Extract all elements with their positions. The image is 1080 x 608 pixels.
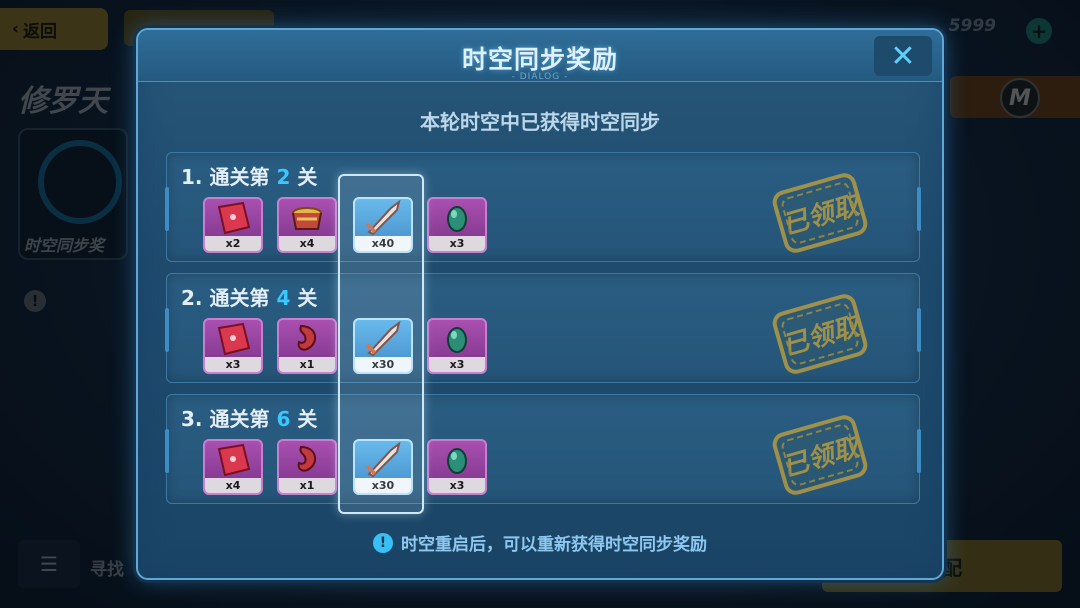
claimed-stamp: 已领取	[769, 412, 871, 498]
row-edge	[917, 308, 921, 352]
milestone-stage: 4	[276, 286, 291, 310]
bowl-icon	[279, 199, 335, 237]
close-button[interactable]: ✕	[874, 36, 932, 76]
dialog-subtag: - DIALOG -	[511, 72, 569, 82]
row-edge	[165, 429, 169, 473]
row-edge	[165, 187, 169, 231]
dialog-subtitle: 本轮时空中已获得时空同步	[420, 110, 660, 134]
reward-item[interactable]: x3	[427, 197, 487, 253]
reward-count: x4	[279, 236, 335, 251]
green-egg-icon	[429, 320, 485, 358]
milestone-prefix: 通关第	[209, 165, 270, 189]
red-gem-icon	[205, 320, 261, 358]
row-edge	[165, 308, 169, 352]
milestone-stage: 2	[276, 165, 291, 189]
reward-item[interactable]: x2	[203, 197, 263, 253]
reward-item[interactable]: x3	[427, 318, 487, 374]
reward-count: x3	[429, 478, 485, 493]
footer-tip: ! 时空重启后，可以重新获得时空同步奖励	[138, 530, 942, 555]
red-gem-icon	[205, 199, 261, 237]
reward-count: x1	[279, 478, 335, 493]
dialog-title: 时空同步奖励	[461, 45, 618, 74]
milestone-index: 3.	[181, 407, 203, 431]
reward-count: x3	[205, 357, 261, 372]
claimed-stamp: 已领取	[769, 170, 871, 256]
red-horn-icon	[279, 320, 335, 358]
milestone-suffix: 关	[297, 407, 318, 431]
milestone-title: 3. 通关第 6 关	[181, 403, 317, 432]
milestone-index: 1.	[181, 165, 203, 189]
reward-count: x2	[205, 236, 261, 251]
reward-dialog: 时空同步奖励 - DIALOG - ✕ 本轮时空中已获得时空同步 1. 通关第 …	[136, 28, 944, 580]
reward-item[interactable]: x1	[277, 439, 337, 495]
reward-count: x3	[429, 357, 485, 372]
reward-count: x1	[279, 357, 335, 372]
milestone-stage: 6	[276, 407, 291, 431]
green-egg-icon	[429, 441, 485, 479]
reward-item[interactable]: x4	[277, 197, 337, 253]
row-edge	[917, 187, 921, 231]
green-egg-icon	[429, 199, 485, 237]
info-icon: !	[373, 532, 393, 553]
milestone-title: 1. 通关第 2 关	[181, 161, 317, 190]
milestone-row: 1. 通关第 2 关 x2 x4 x40 x3 已领取	[165, 152, 921, 262]
reward-item[interactable]: x4	[203, 439, 263, 495]
footer-tip-text: 时空重启后，可以重新获得时空同步奖励	[401, 535, 707, 555]
milestone-row: 3. 通关第 6 关 x4 x1 x30 x3 已领取	[165, 394, 921, 504]
milestone-prefix: 通关第	[209, 407, 270, 431]
reward-item[interactable]: x3	[203, 318, 263, 374]
milestone-prefix: 通关第	[209, 286, 270, 310]
milestone-index: 2.	[181, 286, 203, 310]
reward-item[interactable]: x3	[427, 439, 487, 495]
reward-count: x4	[205, 478, 261, 493]
reward-count: x3	[429, 236, 485, 251]
claimed-stamp: 已领取	[769, 291, 871, 377]
red-horn-icon	[279, 441, 335, 479]
row-edge	[917, 429, 921, 473]
milestone-row: 2. 通关第 4 关 x3 x1 x30 x3 已领取	[165, 273, 921, 383]
highlight-column	[338, 174, 424, 514]
close-icon: ✕	[890, 38, 916, 74]
milestone-suffix: 关	[297, 165, 318, 189]
reward-item[interactable]: x1	[277, 318, 337, 374]
milestone-title: 2. 通关第 4 关	[181, 282, 317, 311]
red-gem-icon	[205, 441, 261, 479]
milestone-suffix: 关	[297, 286, 318, 310]
